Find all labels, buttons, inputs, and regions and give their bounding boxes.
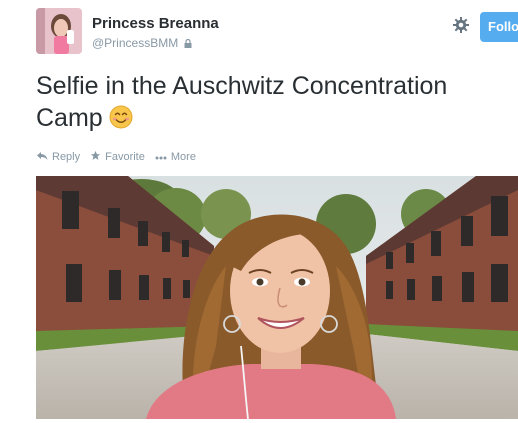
user-handle[interactable]: @PrincessBMM <box>92 36 192 51</box>
reply-button[interactable]: Reply <box>36 150 80 164</box>
more-label: More <box>170 151 196 163</box>
tweet-text-content: Selfie in the Auschwitz Concentration Ca… <box>36 72 448 132</box>
reply-icon <box>36 151 48 164</box>
user-handle-text[interactable]: @PrincessBMM <box>92 36 178 50</box>
more-icon <box>155 151 167 163</box>
avatar[interactable] <box>36 8 82 54</box>
tweet-actions: Reply Favorite More <box>36 150 196 164</box>
smile-emoji-icon <box>109 105 133 137</box>
lock-icon <box>184 37 192 51</box>
tweet-text: Selfie in the Auschwitz Concentration Ca… <box>36 70 506 137</box>
reply-label: Reply <box>52 151 81 163</box>
tweet-card: Princess Breanna @PrincessBMM Follow Sel… <box>0 0 518 423</box>
more-button[interactable]: More <box>155 150 196 164</box>
follow-button[interactable]: Follow <box>480 12 518 42</box>
tweet-photo[interactable] <box>36 176 518 419</box>
gear-icon[interactable] <box>452 16 470 34</box>
favorite-button[interactable]: Favorite <box>90 150 145 164</box>
user-name[interactable]: Princess Breanna <box>92 15 219 32</box>
star-icon <box>90 150 101 164</box>
favorite-label: Favorite <box>105 151 145 163</box>
